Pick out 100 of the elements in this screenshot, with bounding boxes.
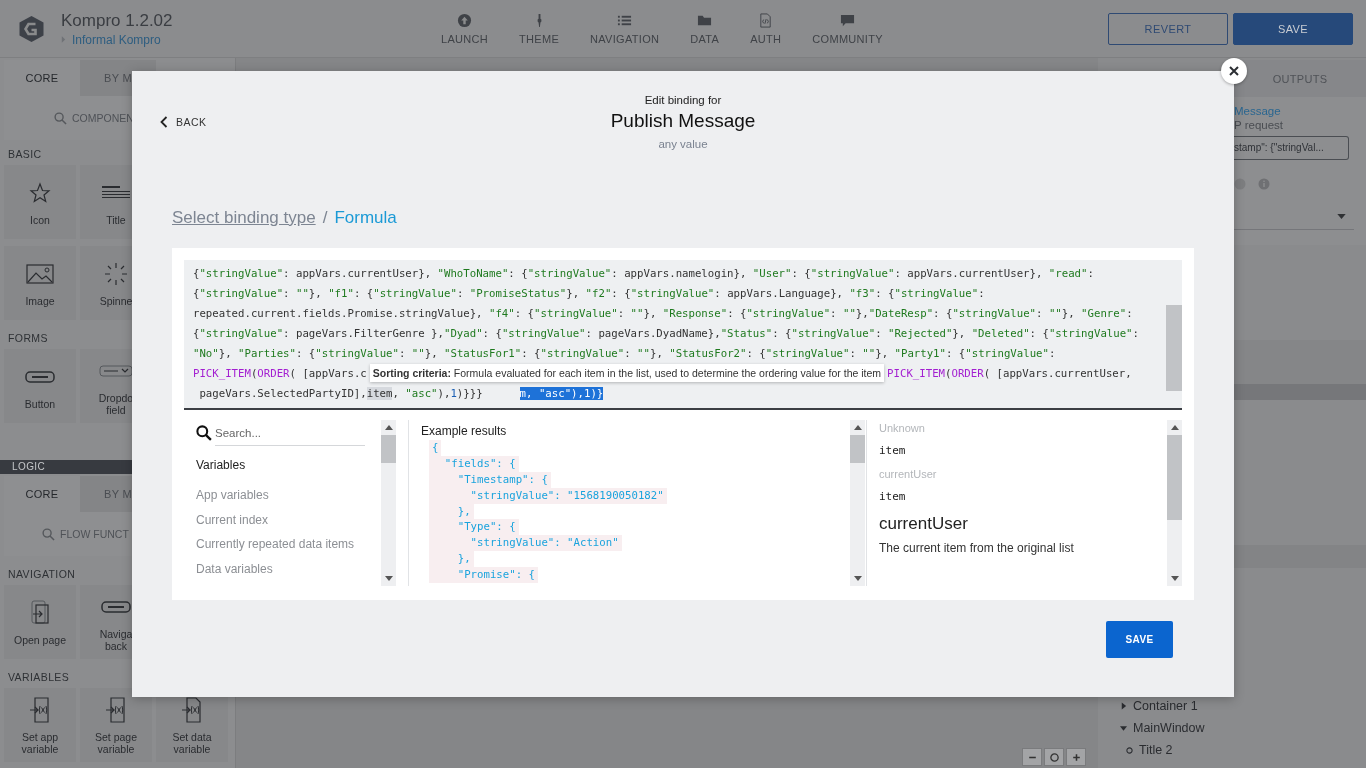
info-text: currentUser: [879, 467, 938, 482]
search-field[interactable]: FLOW FUNCT: [60, 528, 132, 540]
dialog-subtitle: any value: [657, 138, 709, 150]
plus-icon: [1070, 751, 1082, 763]
arrow-down-icon[interactable]: [384, 576, 393, 581]
arrow-up-icon[interactable]: [1170, 425, 1179, 430]
upload-icon: [457, 12, 472, 28]
code-text: {: [429, 440, 442, 456]
code-text: "Promise": {: [429, 567, 538, 584]
code-text: {"stringValue": pageVars.FilterGenre },"Dyad": {"stringValue": pageVars.DyadName},"Status": {"stringValue": "Rejected"}, "Deleted": {"stringValue":: [193, 326, 1139, 340]
code-text: "Type": {: [429, 519, 519, 536]
caret-icon: [61, 36, 66, 43]
info-text: Unknown: [879, 421, 926, 436]
circle-icon: [1048, 751, 1060, 763]
info-text: The current item from the original list: [879, 541, 1075, 555]
tile-label: Spinne: [98, 295, 134, 307]
search-icon: [54, 111, 67, 125]
circle-icon: [1234, 178, 1246, 190]
code-text: },: [429, 551, 474, 568]
code-text: {"stringValue": ""}, "f1": {"stringValue": "PromiseStatus"}, "f2": {"stringValue": appVars.Language}, "f3": {"stringValue":: [193, 286, 985, 300]
chevron-left-icon: [160, 116, 168, 128]
tooltip: Sorting criteria: Formula evaluated for each item in the list, used to determine the ordering value for the item: [369, 364, 885, 382]
tile-label: Dropdo field: [97, 392, 135, 416]
component-tile[interactable]: Set app variable: [4, 688, 76, 762]
nav-item[interactable]: DATA: [690, 12, 720, 45]
circle-icon: [1126, 746, 1133, 754]
info-icon: [1258, 178, 1270, 190]
selected-text: m, "asc"),1)}: [519, 386, 604, 400]
section-label: NAVIGATION: [8, 568, 76, 582]
code-text: "Timestamp": {: [429, 471, 551, 488]
formula-editor[interactable]: [184, 260, 1182, 410]
code-text: {"stringValue": appVars.currentUser}, "WhoToName": {"stringValue": appVars.namelogin}, "User": {"stringValue": appVars.currentUser}, "read":: [193, 266, 1094, 280]
component-tile[interactable]: Icon: [4, 165, 76, 239]
zoom-reset-button[interactable]: [1044, 748, 1064, 766]
scrollbar[interactable]: [1167, 420, 1182, 586]
save-button[interactable]: SAVE: [1233, 12, 1353, 45]
component-tile[interactable]: Image: [4, 246, 76, 320]
save-button[interactable]: SAVE: [1106, 621, 1173, 658]
tile-label: Button: [23, 398, 57, 410]
code-text: "No"}, "Parties": {"stringValue": ""}, "StatusFor1": {"stringValue": ""}, "StatusFor2": {"stringValue": ""}, "Party1": {"stringValue":: [193, 346, 1056, 360]
dialog-title: Publish Message: [610, 110, 756, 132]
section-label: VARIABLES: [8, 671, 70, 685]
revert-button[interactable]: REVERT: [1108, 12, 1228, 45]
variable-category[interactable]: Data variables: [196, 561, 381, 586]
app-title: Kompro 1.2.02: [61, 10, 174, 31]
breadcrumb-current: Formula: [334, 208, 397, 229]
app-subtitle-link[interactable]: Informal Kompro: [72, 32, 161, 47]
arrow-down-icon[interactable]: [1170, 576, 1179, 581]
breadcrumb-link[interactable]: Select binding type: [172, 208, 316, 234]
code-text: PICK_ITEM(ORDER( [appVars.c: [193, 366, 367, 380]
search-icon: [196, 425, 212, 441]
scrollbar[interactable]: [850, 420, 865, 586]
logo-icon: [18, 14, 45, 43]
info-text: item: [879, 443, 907, 459]
close-icon: [1228, 65, 1240, 77]
binding-field[interactable]: stamp": {"stringVal...: [1234, 136, 1349, 160]
scrollbar[interactable]: [381, 420, 396, 586]
tree-item[interactable]: MainWindow: [1120, 717, 1366, 739]
tree-item[interactable]: Container 1: [1120, 695, 1366, 717]
arrow-up-icon[interactable]: [853, 425, 862, 430]
tile-label: Set app variable: [20, 731, 60, 755]
info-text: currentUser: [879, 513, 969, 535]
code-file-icon: [758, 12, 774, 28]
variable-category[interactable]: Currently repeated data items: [196, 537, 381, 562]
code-text: "stringValue": "Action": [429, 535, 622, 552]
code-text: repeated.current.fields.Promise.stringValue}, "f4": {"stringValue": ""}, "Response": {"stringValue": ""},"DateResp": {"stringValue": ""}, "Genre":: [193, 306, 1133, 320]
nav-item[interactable]: THEME: [519, 12, 560, 45]
scrollbar-thumb[interactable]: [850, 435, 865, 463]
section-label: FORMS: [8, 332, 48, 346]
caret-icon: [1337, 213, 1346, 219]
zoom-in-button[interactable]: [1066, 748, 1086, 766]
tile-label: Open page: [13, 634, 67, 646]
tile-label: Set data variable: [171, 731, 213, 755]
scrollbar-thumb[interactable]: [1166, 305, 1182, 391]
arrow-up-icon[interactable]: [384, 425, 393, 430]
variable-category[interactable]: App variables: [196, 488, 381, 513]
component-tile[interactable]: Set page variable: [80, 688, 152, 762]
info-text: item: [879, 489, 907, 505]
nav-item[interactable]: AUTH: [750, 12, 782, 45]
nav-item[interactable]: NAVIGATION: [590, 12, 660, 45]
nav-item[interactable]: LAUNCH: [441, 12, 489, 45]
tile-label: Title: [105, 214, 127, 226]
highlighted-word: item: [366, 386, 393, 400]
example-heading: Example results: [421, 424, 508, 438]
component-tile[interactable]: Open page: [4, 585, 76, 659]
scrollbar-thumb[interactable]: [1167, 435, 1182, 520]
tile-label: Image: [24, 295, 56, 307]
code-text: pageVars.SelectedPartyID],: [198, 386, 367, 400]
variable-category[interactable]: Current index: [196, 512, 381, 537]
component-tile[interactable]: Button: [4, 349, 76, 423]
scrollbar-thumb[interactable]: [381, 435, 396, 463]
tile-label: Naviga back: [98, 628, 134, 652]
nav-item[interactable]: COMMUNITY: [812, 12, 883, 45]
code-text: "stringValue": "1568190050182": [429, 487, 667, 504]
tree-item[interactable]: Title 2: [1120, 739, 1366, 761]
back-button[interactable]: BACK: [160, 116, 207, 128]
arrow-down-icon[interactable]: [853, 576, 862, 581]
code-text: , "asc"),1)}}}: [392, 386, 483, 400]
chat-icon: [840, 12, 856, 28]
breadcrumb-separator: /: [322, 208, 328, 229]
